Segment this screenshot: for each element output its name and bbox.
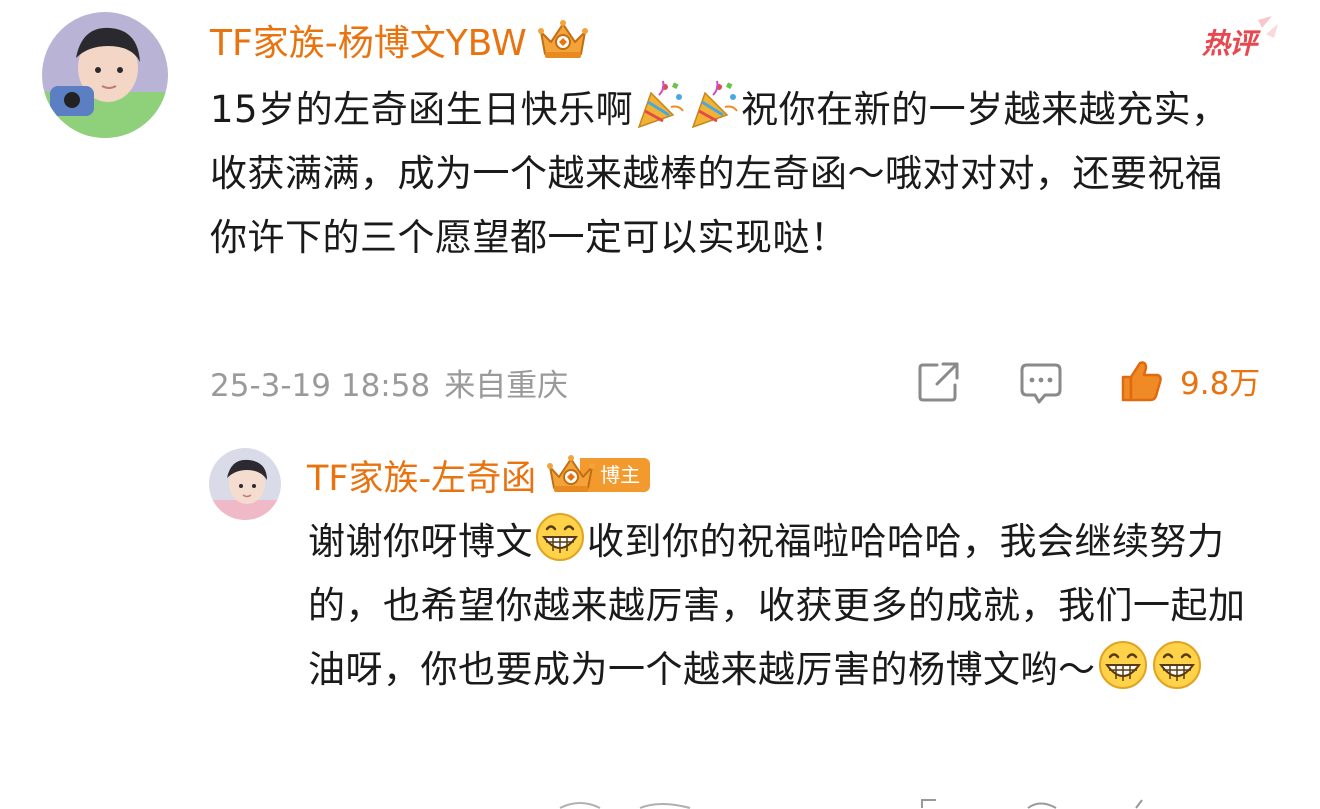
crown-icon <box>546 454 596 496</box>
comment-timestamp: 25-3-19 18:58 <box>210 368 431 404</box>
user-avatar[interactable] <box>42 12 168 138</box>
party-popper-icon <box>687 79 741 131</box>
reply-avatar[interactable] <box>209 448 281 520</box>
crown-icon <box>537 18 589 62</box>
grin-icon <box>533 511 587 563</box>
like-count: 9.8万 <box>1180 366 1261 402</box>
comment-icon[interactable] <box>1019 361 1063 405</box>
blogger-badge: 博主 <box>546 454 651 496</box>
share-icon[interactable] <box>917 361 961 403</box>
comment-username[interactable]: TF家族-杨博文YBW <box>210 14 589 66</box>
hot-label: 热评 <box>1202 27 1257 60</box>
hot-comment-badge: 热评 <box>1196 14 1280 64</box>
comment-screen: TF家族-杨博文YBW 热评 15岁的左奇函生日快乐啊 祝你在新的一岁越来越充实… <box>0 0 1320 809</box>
username-text[interactable]: TF家族-杨博文YBW <box>210 14 527 66</box>
party-popper-icon <box>633 79 687 131</box>
reply-username-text[interactable]: TF家族-左奇函 <box>307 450 536 501</box>
thumbs-up-icon[interactable] <box>1120 359 1164 403</box>
grin-icon <box>1096 639 1150 691</box>
reply-text-part1: 谢谢你呀博文 <box>308 520 533 563</box>
comment-meta: 25-3-19 18:58 来自重庆 <box>210 360 568 405</box>
comment-text-part1: 15岁的左奇函生日快乐啊 <box>210 88 634 131</box>
comment-body: 15岁的左奇函生日快乐啊 祝你在新的一岁越来越充实，收获满满，成为一个越来越棒的… <box>210 78 1250 270</box>
grin-icon <box>1150 639 1204 691</box>
reply-body: 谢谢你呀博文 收到你的祝福啦哈哈哈，我会继续努力的，也希望你越来越厉害，收获更多… <box>308 510 1280 702</box>
reply-username[interactable]: TF家族-左奇函 博主 <box>307 450 651 501</box>
comment-location: 来自重庆 <box>444 368 569 404</box>
like-button[interactable]: 9.8万 <box>1120 358 1260 403</box>
cut-off-meta-row <box>0 796 1320 809</box>
